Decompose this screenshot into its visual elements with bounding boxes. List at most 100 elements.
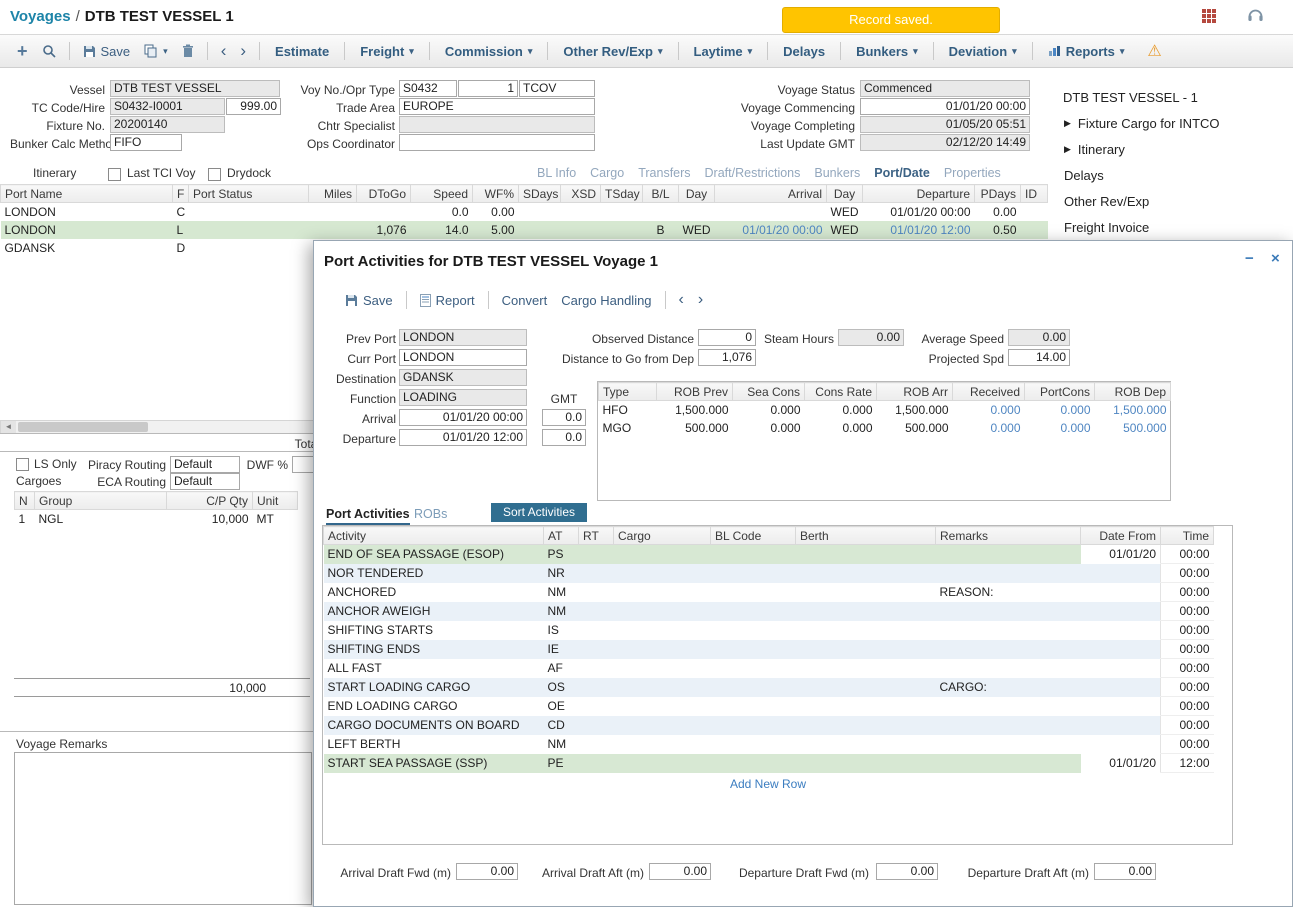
table-cell[interactable] bbox=[796, 602, 936, 621]
table-cell[interactable]: REASON: bbox=[936, 583, 1081, 602]
table-cell[interactable] bbox=[561, 203, 601, 222]
table-cell[interactable] bbox=[189, 203, 309, 222]
table-cell[interactable]: OS bbox=[544, 678, 579, 697]
table-cell[interactable] bbox=[614, 697, 711, 716]
table-cell[interactable] bbox=[936, 564, 1081, 583]
sidebar-item-itinerary[interactable]: ▶Itinerary bbox=[1064, 142, 1125, 157]
table-cell[interactable]: 0.00 bbox=[473, 203, 519, 222]
table-row[interactable]: SHIFTING STARTSIS00:00 bbox=[324, 621, 1214, 640]
table-cell[interactable] bbox=[796, 716, 936, 735]
table-cell[interactable]: 00:00 bbox=[1161, 583, 1214, 602]
tab-properties[interactable]: Properties bbox=[944, 166, 1001, 180]
table-cell[interactable] bbox=[579, 678, 614, 697]
table-cell[interactable]: 1,076 bbox=[357, 221, 411, 239]
table-cell[interactable] bbox=[1021, 203, 1048, 222]
arrival-field[interactable]: 01/01/20 00:00 bbox=[399, 409, 527, 426]
table-cell[interactable] bbox=[711, 659, 796, 678]
table-cell[interactable] bbox=[614, 716, 711, 735]
table-cell[interactable]: 0.000 bbox=[733, 401, 805, 420]
table-cell[interactable]: START LOADING CARGO bbox=[324, 678, 544, 697]
ops-coordinator-field[interactable] bbox=[399, 134, 595, 151]
table-cell[interactable] bbox=[796, 678, 936, 697]
table-cell[interactable] bbox=[796, 564, 936, 583]
menu-estimate[interactable]: Estimate bbox=[266, 42, 338, 61]
table-cell[interactable]: 0.00 bbox=[975, 203, 1021, 222]
table-cell[interactable]: SHIFTING STARTS bbox=[324, 621, 544, 640]
average-speed-field[interactable]: 0.00 bbox=[1008, 329, 1070, 346]
steam-hours-field[interactable]: 0.00 bbox=[838, 329, 904, 346]
table-cell[interactable] bbox=[796, 640, 936, 659]
voyage-status-field[interactable]: Commenced bbox=[860, 80, 1030, 97]
table-cell[interactable] bbox=[579, 659, 614, 678]
table-cell[interactable] bbox=[715, 203, 827, 222]
voy-no-field[interactable]: S0432 bbox=[399, 80, 457, 97]
table-cell[interactable] bbox=[796, 659, 936, 678]
sidebar-item-other-rev-exp[interactable]: Other Rev/Exp bbox=[1064, 194, 1149, 209]
arrival-gmt-field[interactable]: 0.0 bbox=[542, 409, 586, 426]
table-cell[interactable]: WED bbox=[827, 221, 863, 239]
modal-convert-button[interactable]: Convert bbox=[495, 291, 555, 310]
table-cell[interactable] bbox=[936, 697, 1081, 716]
chtr-specialist-field[interactable] bbox=[399, 116, 595, 133]
table-cell[interactable] bbox=[614, 640, 711, 659]
tab-draft-restrictions[interactable]: Draft/Restrictions bbox=[705, 166, 801, 180]
add-button[interactable]: + bbox=[10, 41, 35, 61]
table-row[interactable]: CARGO DOCUMENTS ON BOARDCD00:00 bbox=[324, 716, 1214, 735]
table-cell[interactable]: 00:00 bbox=[1161, 602, 1214, 621]
menu-delays[interactable]: Delays bbox=[774, 42, 834, 61]
table-row[interactable]: ANCHOREDNMREASON:00:00 bbox=[324, 583, 1214, 602]
table-cell[interactable] bbox=[189, 221, 309, 239]
table-cell[interactable] bbox=[711, 716, 796, 735]
table-cell[interactable]: 14.0 bbox=[411, 221, 473, 239]
table-cell[interactable]: 00:00 bbox=[1161, 678, 1214, 697]
table-cell[interactable]: SHIFTING ENDS bbox=[324, 640, 544, 659]
table-cell[interactable] bbox=[519, 221, 561, 239]
table-cell[interactable]: 01/01/20 bbox=[1081, 754, 1161, 773]
table-cell[interactable] bbox=[579, 735, 614, 754]
table-cell[interactable]: HFO bbox=[599, 401, 657, 420]
table-row[interactable]: START SEA PASSAGE (SSP)PE01/01/2012:00 bbox=[324, 754, 1214, 773]
sort-activities-button[interactable]: Sort Activities bbox=[491, 503, 587, 522]
tab-port-date[interactable]: Port/Date bbox=[874, 166, 930, 180]
table-cell[interactable] bbox=[936, 659, 1081, 678]
sidebar-item-fixture-cargo[interactable]: ▶Fixture Cargo for INTCO bbox=[1064, 116, 1220, 131]
table-cell[interactable]: 500.000 bbox=[657, 419, 733, 437]
table-cell[interactable] bbox=[711, 583, 796, 602]
table-cell[interactable]: 0.000 bbox=[733, 419, 805, 437]
table-cell[interactable]: 0.000 bbox=[953, 419, 1025, 437]
table-row[interactable]: ALL FASTAF00:00 bbox=[324, 659, 1214, 678]
table-row[interactable]: NOR TENDEREDNR00:00 bbox=[324, 564, 1214, 583]
table-cell[interactable]: 00:00 bbox=[1161, 659, 1214, 678]
table-cell[interactable]: 1,500.000 bbox=[657, 401, 733, 420]
table-cell[interactable]: WED bbox=[679, 221, 715, 239]
voy-num-field[interactable]: 1 bbox=[458, 80, 518, 97]
voyage-commencing-field[interactable]: 01/01/20 00:00 bbox=[860, 98, 1030, 115]
table-cell[interactable] bbox=[579, 602, 614, 621]
table-cell[interactable] bbox=[519, 203, 561, 222]
trade-area-field[interactable]: EUROPE bbox=[399, 98, 595, 115]
vessel-field[interactable]: DTB TEST VESSEL bbox=[110, 80, 280, 97]
table-cell[interactable] bbox=[643, 203, 679, 222]
table-cell[interactable]: 00:00 bbox=[1161, 697, 1214, 716]
menu-reports[interactable]: Reports▾ bbox=[1039, 42, 1134, 61]
table-cell[interactable]: AF bbox=[544, 659, 579, 678]
table-cell[interactable] bbox=[614, 735, 711, 754]
table-cell[interactable] bbox=[1081, 659, 1161, 678]
table-cell[interactable] bbox=[579, 621, 614, 640]
table-row[interactable]: LONDONL1,07614.05.00BWED01/01/20 00:00WE… bbox=[1, 221, 1048, 239]
table-cell[interactable]: 500.000 bbox=[1095, 419, 1171, 437]
table-cell[interactable]: 1,500.000 bbox=[1095, 401, 1171, 420]
table-cell[interactable] bbox=[357, 203, 411, 222]
search-button[interactable] bbox=[35, 42, 63, 60]
table-cell[interactable] bbox=[189, 239, 309, 257]
table-cell[interactable] bbox=[309, 221, 357, 239]
ls-only-checkbox[interactable] bbox=[16, 458, 29, 471]
table-row[interactable]: START LOADING CARGOOSCARGO:00:00 bbox=[324, 678, 1214, 697]
copy-button[interactable]: ▾ bbox=[137, 42, 175, 60]
table-cell[interactable] bbox=[936, 545, 1081, 564]
table-cell[interactable]: 01/01/20 bbox=[1081, 545, 1161, 564]
table-cell[interactable] bbox=[614, 564, 711, 583]
table-cell[interactable] bbox=[614, 754, 711, 773]
tab-bl-info[interactable]: BL Info bbox=[537, 166, 576, 180]
table-row[interactable]: END OF SEA PASSAGE (ESOP)PS01/01/2000:00 bbox=[324, 545, 1214, 564]
